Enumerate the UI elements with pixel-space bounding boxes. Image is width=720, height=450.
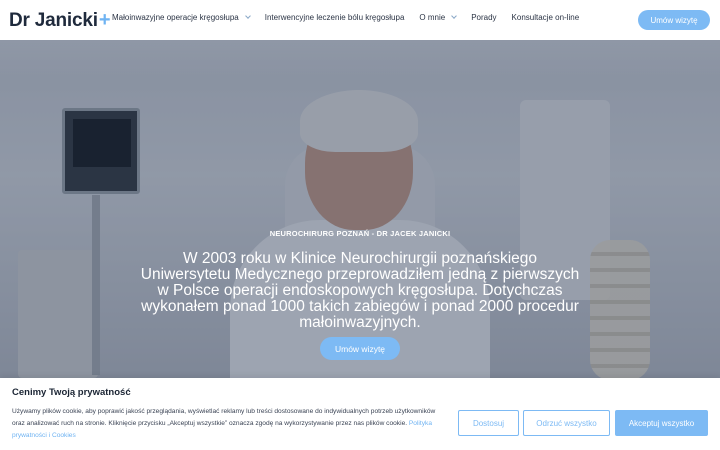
cookie-banner: Cenimy Twoją prywatność Używamy plików c… xyxy=(0,378,720,450)
cookie-text: Używamy plików cookie, aby poprawić jako… xyxy=(12,406,442,442)
chevron-down-icon xyxy=(451,13,458,19)
logo[interactable]: Dr Janicki + xyxy=(9,9,111,32)
hero-subtitle: NEUROCHIRURG POZNAŃ - DR JACEK JANICKI xyxy=(269,229,451,238)
book-visit-button[interactable]: Umów wizytę xyxy=(638,10,710,30)
cookie-accept-button[interactable]: Akceptuj wszystko xyxy=(615,410,708,436)
nav-item-label: O mnie xyxy=(419,13,446,22)
chevron-down-icon xyxy=(244,13,251,19)
nav-item-label: Interwencyjne leczenie bólu kręgosłupa xyxy=(264,13,405,22)
nav-item-label: Konsultacje on-line xyxy=(511,13,580,22)
cookie-description: Używamy plików cookie, aby poprawić jako… xyxy=(12,408,436,427)
site-header: Dr Janicki + Małoinwazyjne operacje kręgo… xyxy=(0,0,720,40)
main-nav: Małoinwazyjne operacje kręgosłupa Interw… xyxy=(112,13,579,22)
logo-text: Dr Janicki xyxy=(9,9,98,31)
plus-icon: + xyxy=(98,9,111,31)
nav-item-konsultacje[interactable]: Konsultacje on-line xyxy=(512,13,580,22)
cookie-title: Cenimy Twoją prywatność xyxy=(12,387,131,398)
nav-item-o-mnie[interactable]: O mnie xyxy=(419,13,458,22)
hero-book-visit-button[interactable]: Umów wizytę xyxy=(320,337,400,360)
nav-item-operacje[interactable]: Małoinwazyjne operacje kręgosłupa xyxy=(112,13,251,22)
hero-text: W 2003 roku w Klinice Neurochirurgii poz… xyxy=(140,250,580,331)
nav-item-leczenie-bolu[interactable]: Interwencyjne leczenie bólu kręgosłupa xyxy=(265,13,405,22)
cookie-reject-button[interactable]: Odrzuć wszystko xyxy=(523,410,610,436)
cookie-customize-button[interactable]: Dostosuj xyxy=(458,410,519,436)
nav-item-porady[interactable]: Porady xyxy=(471,13,496,22)
nav-item-label: Małoinwazyjne operacje kręgosłupa xyxy=(112,13,239,22)
nav-item-label: Porady xyxy=(471,13,497,22)
